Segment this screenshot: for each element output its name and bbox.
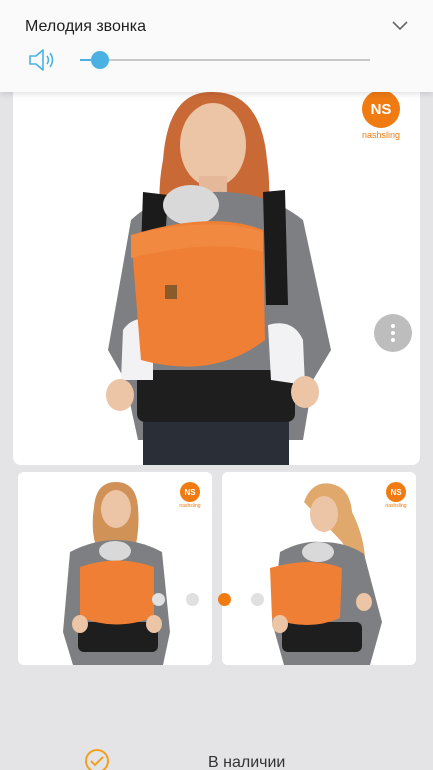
brand-logo-small: NS nashsling — [176, 482, 204, 509]
page-dot[interactable] — [251, 593, 264, 606]
volume-panel: Мелодия звонка — [0, 0, 433, 92]
brand-logo-mark: NS — [386, 482, 406, 502]
page-dot[interactable] — [186, 593, 199, 606]
check-circle-icon — [85, 749, 109, 770]
more-dot — [391, 331, 395, 335]
brand-logo: NS nashsling — [356, 90, 406, 140]
more-dot — [391, 338, 395, 342]
brand-logo-name: nashsling — [361, 130, 401, 140]
availability-label: В наличии — [208, 754, 286, 770]
volume-slider[interactable] — [80, 51, 370, 69]
gallery-thumbnail-2[interactable]: NS nashsling — [222, 472, 416, 665]
volume-slider-thumb[interactable] — [91, 51, 110, 69]
volume-panel-title: Мелодия звонка — [25, 18, 146, 35]
gallery-thumbnail-1[interactable]: NS nashsling — [18, 472, 212, 665]
brand-logo-small: NS nashsling — [382, 482, 410, 509]
page-dot[interactable] — [152, 593, 165, 606]
more-options-button[interactable] — [374, 314, 412, 352]
brand-logo-name: nashsling — [385, 503, 407, 509]
brand-logo-mark: NS — [180, 482, 200, 502]
availability-row: В наличии — [0, 740, 433, 770]
speaker-icon[interactable] — [28, 47, 58, 73]
product-main-image[interactable]: NS nashsling — [13, 80, 420, 465]
chevron-down-icon[interactable] — [391, 18, 409, 32]
more-dot — [391, 324, 395, 328]
page-dot[interactable] — [218, 593, 231, 606]
gallery-page-indicator — [150, 593, 270, 607]
brand-logo-mark: NS — [362, 90, 400, 128]
brand-logo-name: nashsling — [179, 503, 201, 509]
